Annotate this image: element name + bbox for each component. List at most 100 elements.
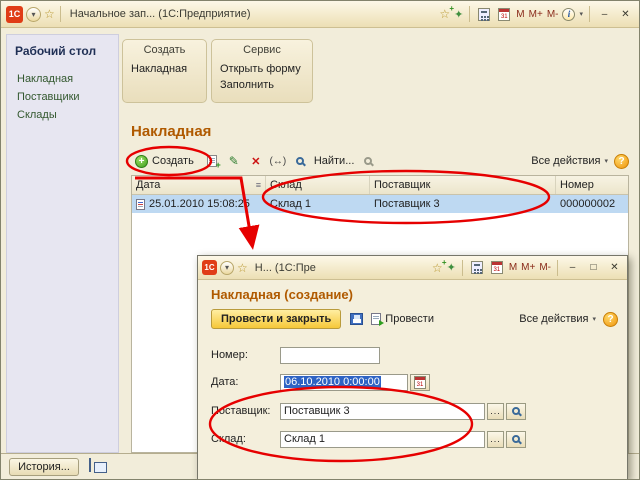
post-document-icon [371, 313, 385, 326]
all-actions-button[interactable]: Все действия ▾ [531, 155, 608, 167]
titlebar-tools: ☆ ✦ 31 M M+ M- i ▾ – ✕ [439, 4, 634, 22]
windows-icon [89, 458, 91, 472]
nakladnaya-create-dialog: 1С ▾ ☆ Н... (1С:Пре ☆ ✦ 31 M M+ M- – □ ✕… [197, 255, 628, 479]
cell-supplier: Поставщик 3 [374, 198, 440, 210]
info-icon[interactable]: i [562, 7, 576, 21]
create-button-label: Создать [152, 155, 194, 167]
close-button[interactable]: ✕ [617, 7, 634, 22]
chevron-down-icon[interactable]: ▾ [579, 10, 583, 18]
supplier-field-label: Поставщик: [211, 405, 271, 417]
favorites-menu-icon[interactable]: ✦ [454, 8, 463, 21]
supplier-open-button[interactable] [506, 402, 526, 420]
magnifier-icon [512, 407, 520, 415]
calculator-icon[interactable] [476, 6, 492, 22]
field-row-supplier: Поставщик: Поставщик 3 ... [211, 402, 526, 420]
warehouse-open-button[interactable] [506, 430, 526, 448]
warehouse-field[interactable]: Склад 1 [280, 430, 485, 448]
column-header-warehouse[interactable]: Склад [266, 176, 370, 194]
dialog-title: Н... (1С:Пре [254, 261, 316, 274]
sort-icon: ≡ [255, 180, 261, 190]
create-nakladnaya-button[interactable]: Накладная [129, 61, 200, 77]
window-titlebar: 1С ▾ ☆ Начальное зап... (1С:Предприятие)… [1, 1, 639, 28]
command-group-create: Создать Накладная [122, 39, 207, 103]
calculator-icon[interactable] [469, 260, 485, 276]
number-field-label: Номер: [211, 349, 248, 361]
system-menu-button[interactable]: ▾ [26, 6, 41, 22]
calendar-icon[interactable]: 31 [489, 260, 505, 276]
column-header-number[interactable]: Номер [556, 176, 626, 194]
copy-item-button[interactable] [204, 153, 221, 170]
all-actions-label: Все действия [531, 155, 601, 167]
post-and-close-button[interactable]: Провести и закрыть [211, 309, 342, 329]
add-favorite-icon[interactable]: ☆ [439, 4, 453, 21]
memory-m-plus-button[interactable]: M+ [529, 9, 543, 20]
magnifier-icon [512, 435, 520, 443]
find-button-label[interactable]: Найти... [314, 155, 355, 167]
sidebar-item-nakladnaya[interactable]: Накладная [7, 70, 118, 88]
field-row-number: Номер: [211, 346, 380, 364]
supplier-field[interactable]: Поставщик 3 [280, 402, 485, 420]
document-icon [136, 198, 145, 210]
desktop-sidebar: Рабочий стол Накладная Поставщики Склады [6, 34, 119, 453]
table-row[interactable]: 25.01.2010 15:08:25 Склад 1 Поставщик 3 … [132, 195, 628, 213]
cell-warehouse: Склад 1 [270, 198, 312, 210]
dialog-all-actions-button[interactable]: Все действия ▾ [519, 313, 596, 325]
date-field-value: 06.10.2010 0:00:00 [284, 376, 381, 388]
main-window: 1С ▾ ☆ Начальное зап... (1С:Предприятие)… [0, 0, 640, 480]
calendar-icon[interactable]: 31 [496, 6, 512, 22]
memory-m-minus-button[interactable]: M- [547, 9, 559, 20]
maximize-button[interactable]: □ [585, 260, 602, 275]
sidebar-item-postavshiki[interactable]: Поставщики [7, 88, 118, 106]
dialog-toolbar: Провести и закрыть Провести Все действия… [211, 309, 618, 329]
warehouse-field-label: Склад: [211, 433, 246, 445]
warehouse-choose-button[interactable]: ... [487, 430, 504, 448]
column-header-supplier[interactable]: Поставщик [370, 176, 556, 194]
memory-m-button[interactable]: M [516, 9, 524, 20]
edit-button[interactable]: ✎ [226, 153, 242, 169]
favorites-menu-icon[interactable]: ✦ [447, 261, 456, 274]
minimize-button[interactable]: – [564, 260, 581, 275]
cell-date: 25.01.2010 15:08:25 [132, 195, 266, 213]
sidebar-item-sklady[interactable]: Склады [7, 106, 118, 124]
search-icon[interactable] [292, 153, 308, 169]
titlebar-separator [461, 259, 463, 276]
date-picker-button[interactable]: 31 [410, 373, 430, 391]
supplier-choose-button[interactable]: ... [487, 402, 504, 420]
delete-button[interactable]: ✕ [248, 153, 264, 169]
cancel-search-icon[interactable] [360, 153, 376, 169]
favorites-star-icon[interactable]: ☆ [237, 261, 248, 275]
system-menu-button[interactable]: ▾ [220, 260, 234, 275]
minimize-button[interactable]: – [596, 7, 613, 22]
memory-m-plus-button[interactable]: M+ [521, 262, 535, 273]
dialog-help-button[interactable]: ? [603, 311, 618, 327]
show-windows-button[interactable] [87, 458, 111, 475]
field-row-date: Дата: 06.10.2010 0:00:00 31 [211, 373, 430, 391]
memory-m-minus-button[interactable]: M- [539, 262, 551, 273]
close-button[interactable]: ✕ [606, 260, 623, 275]
titlebar-separator [589, 6, 590, 22]
chevron-down-icon: ▾ [604, 158, 608, 165]
field-row-warehouse: Склад: Склад 1 ... [211, 430, 526, 448]
favorites-star-icon[interactable]: ☆ [44, 7, 55, 21]
chevron-down-icon: ▾ [592, 316, 596, 323]
list-heading: Накладная [131, 123, 212, 140]
open-form-button[interactable]: Открыть форму [218, 61, 306, 77]
column-header-date[interactable]: Дата ≡ [132, 176, 266, 194]
list-toolbar: + Создать ✎ ✕ (↔) Найти... Все действия … [131, 150, 629, 172]
fill-button[interactable]: Заполнить [218, 77, 306, 93]
dialog-titlebar: 1С ▾ ☆ Н... (1С:Пре ☆ ✦ 31 M M+ M- – □ ✕ [198, 256, 627, 280]
window-title: Начальное зап... (1С:Предприятие) [69, 8, 251, 20]
create-button[interactable]: + Создать [131, 154, 198, 169]
date-field[interactable]: 06.10.2010 0:00:00 [280, 373, 408, 391]
number-field[interactable] [280, 346, 380, 364]
history-button[interactable]: История... [9, 458, 79, 476]
memory-m-button[interactable]: M [509, 262, 517, 273]
help-button[interactable]: ? [614, 153, 629, 169]
save-icon[interactable] [348, 311, 364, 327]
set-interval-button[interactable]: (↔) [269, 153, 286, 169]
add-favorite-icon[interactable]: ☆ [432, 258, 446, 275]
cell-number: 000000002 [560, 198, 616, 210]
table-header-row: Дата ≡ Склад Поставщик Номер [132, 176, 628, 195]
post-button[interactable]: Провести [371, 313, 434, 326]
titlebar-separator [59, 6, 61, 22]
